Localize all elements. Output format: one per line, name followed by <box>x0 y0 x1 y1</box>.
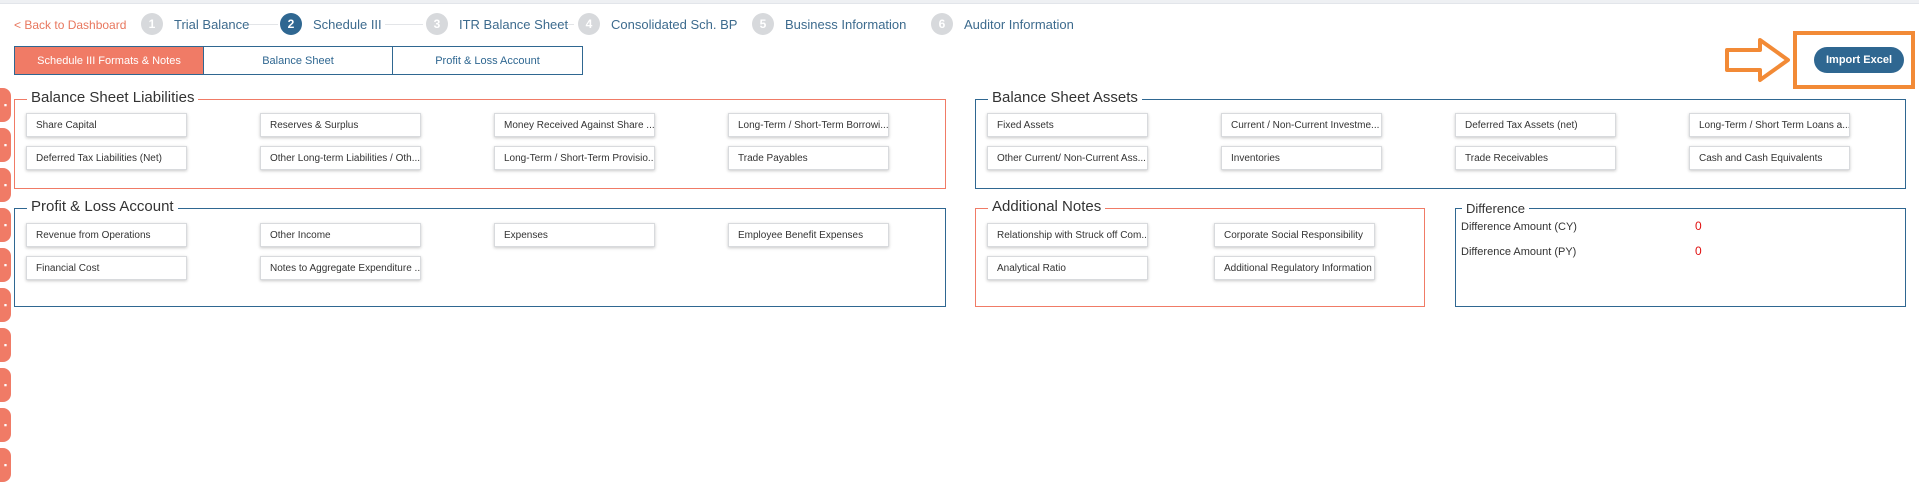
note-analytical-ratio[interactable]: Analytical Ratio <box>987 256 1148 280</box>
section-balance-sheet-assets: Balance Sheet Assets Fixed Assets Curren… <box>975 89 1906 189</box>
note-investments[interactable]: Current / Non-Current Investme... <box>1221 113 1382 137</box>
note-financial-cost[interactable]: Financial Cost <box>26 256 187 280</box>
difference-cy-label: Difference Amount (CY) <box>1461 221 1577 233</box>
sidebar-icon: ▪ <box>3 140 8 150</box>
step-connector <box>385 24 423 25</box>
note-other-long-term-liabilities[interactable]: Other Long-term Liabilities / Oth... <box>260 146 421 170</box>
step-connector <box>248 24 278 25</box>
step-number: 3 <box>426 13 448 35</box>
sidebar-icon: ▪ <box>3 180 8 190</box>
note-trade-receivables[interactable]: Trade Receivables <box>1455 146 1616 170</box>
note-csr[interactable]: Corporate Social Responsibility <box>1214 223 1375 247</box>
section-title: Balance Sheet Assets <box>988 89 1142 106</box>
note-deferred-tax-assets[interactable]: Deferred Tax Assets (net) <box>1455 113 1616 137</box>
step-auditor-information[interactable]: 6 Auditor Information <box>931 13 1074 35</box>
rail-button-7[interactable]: ▪ <box>0 328 11 362</box>
step-label: Schedule III <box>313 16 382 32</box>
note-trade-payables[interactable]: Trade Payables <box>728 146 889 170</box>
step-schedule-iii[interactable]: 2 Schedule III <box>280 13 382 35</box>
step-consolidated-sch-bp[interactable]: 4 Consolidated Sch. BP <box>578 13 737 35</box>
note-provisions[interactable]: Long-Term / Short-Term Provisio... <box>494 146 655 170</box>
difference-py-label: Difference Amount (PY) <box>1461 246 1577 258</box>
note-revenue-from-operations[interactable]: Revenue from Operations <box>26 223 187 247</box>
back-to-dashboard-link[interactable]: < Back to Dashboard <box>14 18 126 32</box>
note-money-received-against-share[interactable]: Money Received Against Share ... <box>494 113 655 137</box>
section-title: Additional Notes <box>988 198 1106 215</box>
note-share-capital[interactable]: Share Capital <box>26 113 187 137</box>
step-label: Consolidated Sch. BP <box>611 16 738 32</box>
step-number: 5 <box>752 13 774 35</box>
rail-button-10[interactable]: ▪ <box>0 448 11 482</box>
note-reserves-surplus[interactable]: Reserves & Surplus <box>260 113 421 137</box>
rail-button-6[interactable]: ▪ <box>0 288 11 322</box>
sidebar-icon: ▪ <box>3 340 8 350</box>
note-aggregate-expenditure[interactable]: Notes to Aggregate Expenditure ... <box>260 256 421 280</box>
section-profit-loss-account: Profit & Loss Account Revenue from Opera… <box>14 198 946 307</box>
section-title: Balance Sheet Liabilities <box>27 89 199 106</box>
step-number: 4 <box>578 13 600 35</box>
note-loans-advances[interactable]: Long-Term / Short Term Loans a... <box>1689 113 1850 137</box>
note-additional-regulatory-info[interactable]: Additional Regulatory Information <box>1214 256 1375 280</box>
sidebar-icon: ▪ <box>3 100 8 110</box>
rail-button-5[interactable]: ▪ <box>0 248 11 282</box>
tab-bar: Schedule III Formats & Notes Balance She… <box>14 46 583 75</box>
difference-cy-value: 0 <box>1695 219 1702 233</box>
step-label: Trial Balance <box>174 16 250 32</box>
top-border <box>0 0 1919 4</box>
step-business-information[interactable]: 5 Business Information <box>752 13 906 35</box>
rail-button-1[interactable]: ▪ <box>0 88 11 122</box>
step-number: 6 <box>931 13 953 35</box>
tab-schedule-iii-formats-notes[interactable]: Schedule III Formats & Notes <box>15 47 204 74</box>
sidebar-icon: ▪ <box>3 420 8 430</box>
sidebar-icon: ▪ <box>3 260 8 270</box>
rail-button-2[interactable]: ▪ <box>0 128 11 162</box>
section-title: Profit & Loss Account <box>27 198 178 215</box>
step-label: Auditor Information <box>964 16 1074 32</box>
step-label: ITR Balance Sheet <box>459 16 569 32</box>
step-itr-balance-sheet[interactable]: 3 ITR Balance Sheet <box>426 13 568 35</box>
import-excel-button[interactable]: Import Excel <box>1814 47 1904 73</box>
note-fixed-assets[interactable]: Fixed Assets <box>987 113 1148 137</box>
note-expenses[interactable]: Expenses <box>494 223 655 247</box>
note-borrowings[interactable]: Long-Term / Short-Term Borrowi... <box>728 113 889 137</box>
tab-profit-loss-account[interactable]: Profit & Loss Account <box>393 47 582 74</box>
note-inventories[interactable]: Inventories <box>1221 146 1382 170</box>
section-additional-notes: Additional Notes Relationship with Struc… <box>975 198 1425 307</box>
section-balance-sheet-liabilities: Balance Sheet Liabilities Share Capital … <box>14 89 946 189</box>
difference-py-value: 0 <box>1695 244 1702 258</box>
note-employee-benefit-expenses[interactable]: Employee Benefit Expenses <box>728 223 889 247</box>
note-deferred-tax-liabilities[interactable]: Deferred Tax Liabilities (Net) <box>26 146 187 170</box>
section-title: Difference <box>1462 201 1530 216</box>
note-cash-equivalents[interactable]: Cash and Cash Equivalents <box>1689 146 1850 170</box>
rail-button-8[interactable]: ▪ <box>0 368 11 402</box>
tab-balance-sheet[interactable]: Balance Sheet <box>204 47 393 74</box>
sidebar-icon: ▪ <box>3 380 8 390</box>
sidebar-icon: ▪ <box>3 220 8 230</box>
step-trial-balance[interactable]: 1 Trial Balance <box>141 13 249 35</box>
note-other-current-assets[interactable]: Other Current/ Non-Current Ass... <box>987 146 1148 170</box>
arrow-right-icon <box>1725 38 1790 82</box>
step-label: Business Information <box>785 16 907 32</box>
section-difference: Difference Difference Amount (CY) 0 Diff… <box>1455 201 1906 307</box>
rail-button-9[interactable]: ▪ <box>0 408 11 442</box>
step-number: 2 <box>280 13 302 35</box>
sidebar-icon: ▪ <box>3 300 8 310</box>
step-number: 1 <box>141 13 163 35</box>
rail-button-4[interactable]: ▪ <box>0 208 11 242</box>
sidebar-icon: ▪ <box>3 460 8 470</box>
note-other-income[interactable]: Other Income <box>260 223 421 247</box>
note-struck-off-companies[interactable]: Relationship with Struck off Com... <box>987 223 1148 247</box>
rail-button-3[interactable]: ▪ <box>0 168 11 202</box>
